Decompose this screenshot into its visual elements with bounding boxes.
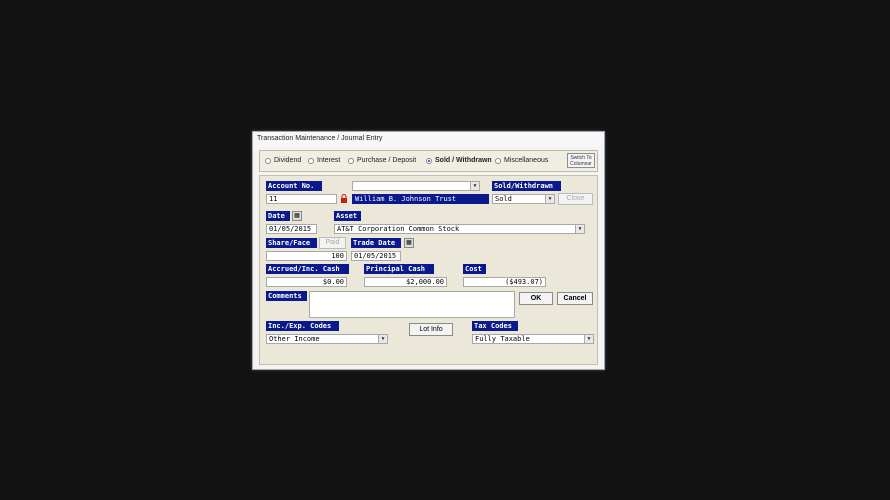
radio-interest[interactable]: Interest (308, 157, 340, 164)
radio-label: Interest (317, 157, 341, 164)
cost-label: Cost (463, 264, 486, 274)
chevron-down-icon[interactable]: ▼ (378, 335, 387, 343)
lock-icon (341, 194, 347, 203)
calendar-icon[interactable]: ▦ (404, 238, 414, 248)
radio-dot-icon (495, 157, 501, 164)
tax-codes-value: Fully Taxable (475, 335, 530, 343)
account-lookup-select[interactable]: ▼ (352, 181, 480, 191)
inc-exp-codes-select[interactable]: Other Income ▼ (266, 334, 388, 344)
switch-to-columnar-button[interactable]: Switch To Columnar (567, 153, 595, 168)
trade-date-label: Trade Date (351, 238, 401, 248)
lot-info-button[interactable]: Lot Info (409, 323, 453, 336)
chevron-down-icon[interactable]: ▼ (470, 182, 479, 190)
chevron-down-icon[interactable]: ▼ (575, 225, 584, 233)
radio-dot-icon (265, 157, 271, 164)
switch-label-line2: Columnar (570, 161, 592, 167)
sold-withdrawn-label: Sold/Withdrawn (492, 181, 561, 191)
comments-label: Comments (266, 291, 307, 301)
radio-sold-withdrawn[interactable]: Sold / Withdrawn (426, 157, 492, 164)
radio-label: Dividend (274, 157, 302, 164)
share-face-label: Share/Face (266, 238, 317, 248)
accrued-inc-cash-input[interactable]: $0.00 (266, 277, 347, 287)
radio-dot-icon (348, 157, 354, 164)
share-face-input[interactable]: 100 (266, 251, 347, 261)
entry-panel: Account No. ▼ Sold/Withdrawn 11 William … (259, 175, 598, 365)
comments-textarea[interactable] (309, 291, 515, 318)
cancel-button[interactable]: Cancel (557, 292, 593, 305)
transaction-type-group: Dividend Interest Purchase / Deposit Sol… (259, 150, 598, 172)
asset-select[interactable]: AT&T Corporation Common Stock ▼ (334, 224, 585, 234)
tax-codes-select[interactable]: Fully Taxable ▼ (472, 334, 594, 344)
chevron-down-icon[interactable]: ▼ (584, 335, 593, 343)
asset-label: Asset (334, 211, 361, 221)
radio-label: Miscellaneous (504, 157, 549, 164)
account-no-label: Account No. (266, 181, 322, 191)
chevron-down-icon[interactable]: ▼ (545, 195, 554, 203)
radio-purchase-deposit[interactable]: Purchase / Deposit (348, 157, 416, 164)
calendar-icon[interactable]: ▦ (292, 211, 302, 221)
principal-cash-label: Principal Cash (364, 264, 434, 274)
window-title: Transaction Maintenance / Journal Entry (257, 135, 383, 142)
radio-dividend[interactable]: Dividend (265, 157, 301, 164)
radio-miscellaneous[interactable]: Miscellaneous (495, 157, 548, 164)
ok-button[interactable]: OK (519, 292, 553, 305)
account-name-field: William B. Johnson Trust (352, 194, 489, 204)
sold-withdrawn-select[interactable]: Sold ▼ (492, 194, 555, 204)
inc-exp-value: Other Income (269, 335, 320, 343)
account-number-input[interactable]: 11 (266, 194, 337, 204)
trade-date-input[interactable]: 01/05/2015 (351, 251, 401, 261)
paid-button[interactable]: Paid (319, 237, 346, 249)
tax-codes-label: Tax Codes (472, 321, 518, 331)
date-label: Date (266, 211, 290, 221)
radio-label: Sold / Withdrawn (435, 157, 492, 164)
principal-cash-input[interactable]: $2,000.00 (364, 277, 447, 287)
close-button[interactable]: Close (558, 193, 593, 205)
title-bar[interactable]: Transaction Maintenance / Journal Entry (253, 132, 604, 147)
date-input[interactable]: 01/05/2015 (266, 224, 317, 234)
radio-dot-icon (308, 157, 314, 164)
asset-value: AT&T Corporation Common Stock (337, 225, 460, 233)
inc-exp-codes-label: Inc./Exp. Codes (266, 321, 339, 331)
radio-label: Purchase / Deposit (357, 157, 417, 164)
transaction-window: Transaction Maintenance / Journal Entry … (252, 131, 605, 370)
cost-input[interactable]: ($493.07) (463, 277, 546, 287)
radio-dot-selected-icon (426, 157, 432, 164)
sold-withdrawn-value: Sold (495, 195, 512, 203)
accrued-inc-cash-label: Accrued/Inc. Cash (266, 264, 349, 274)
